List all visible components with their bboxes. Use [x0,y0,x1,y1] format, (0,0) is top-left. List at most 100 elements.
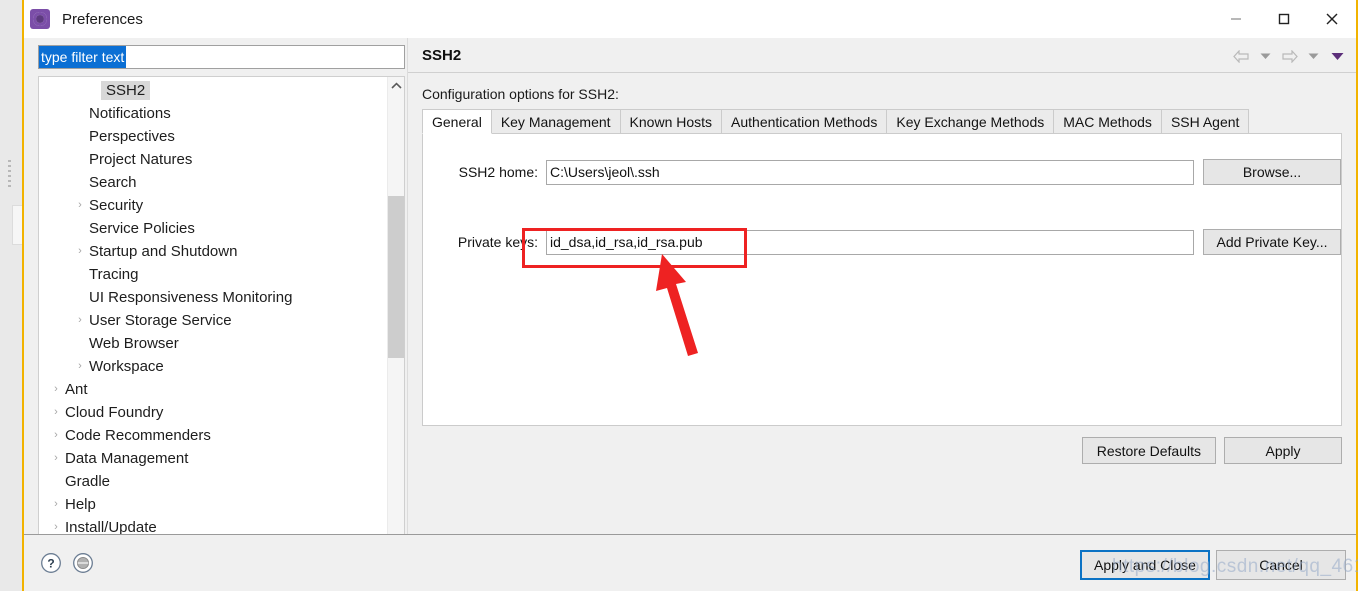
preferences-tree-pane: type filter text SSH2 Notifications Perspe… [24,38,407,568]
tab-key-management[interactable]: Key Management [491,109,621,134]
private-keys-label: Private keys: [457,234,538,250]
chevron-right-icon[interactable]: › [49,453,63,464]
preferences-tree[interactable]: SSH2 Notifications Perspectives Project Nat… [38,76,405,568]
tree-item-tracing[interactable]: Tracing [39,263,387,286]
tree-item-ssh2[interactable]: SSH2 [39,79,387,102]
chevron-right-icon[interactable]: › [73,315,87,326]
page-nav-toolbar [1230,46,1348,66]
back-arrow-icon[interactable] [1230,46,1252,66]
scrollbar-thumb[interactable] [388,196,404,358]
tree-item-cloud-foundry[interactable]: › Cloud Foundry [39,401,387,424]
general-tab-panel: SSH2 home: Browse... Private keys: Add P… [422,133,1342,426]
tree-item-web-browser[interactable]: Web Browser [39,332,387,355]
chevron-right-icon[interactable]: › [49,407,63,418]
tree-item-data-management[interactable]: › Data Management [39,447,387,470]
tree-item-list: SSH2 Notifications Perspectives Project Nat… [39,77,387,539]
tab-general[interactable]: General [422,109,492,134]
ssh2-home-input[interactable] [546,159,1194,185]
tree-item-label: User Storage Service [89,312,232,329]
tab-mac-methods[interactable]: MAC Methods [1054,109,1162,134]
preferences-gear-icon [30,9,50,29]
chevron-right-icon[interactable]: › [49,522,63,533]
tree-item-label: Perspectives [89,128,175,145]
tab-label: SSH Agent [1170,114,1240,130]
tab-authentication-methods[interactable]: Authentication Methods [722,109,888,134]
tab-label: General [432,113,482,130]
ssh2-home-label: SSH2 home: [458,164,538,180]
minimize-icon[interactable] [1212,0,1260,38]
background-subpanel [12,205,22,245]
tree-item-label: Notifications [89,105,171,122]
scroll-up-icon[interactable] [388,77,404,95]
preference-page-pane: SSH2 Configuration options for SSH2: Gen… [407,38,1356,534]
filter-field-wrapper: type filter text [38,45,405,69]
tree-item-user-storage-service[interactable]: › User Storage Service [39,309,387,332]
tree-item-workspace[interactable]: › Workspace [39,355,387,378]
tree-item-service-policies[interactable]: Service Policies [39,217,387,240]
apply-button[interactable]: Apply [1224,437,1342,464]
tab-label: Key Management [500,114,611,130]
tab-label: Authentication Methods [731,114,878,130]
tree-item-startup-and-shutdown[interactable]: › Startup and Shutdown [39,240,387,263]
tab-known-hosts[interactable]: Known Hosts [620,109,723,134]
tree-item-label: Cloud Foundry [65,404,164,421]
footer-icon-group: ? [40,552,94,574]
tree-item-label: Search [89,174,137,191]
view-menu-icon[interactable] [1326,46,1348,66]
ssh2-home-row: SSH2 home: Browse... [423,159,1341,185]
private-keys-input[interactable] [546,229,1194,255]
forward-menu-chevron-down-icon[interactable] [1302,46,1324,66]
tree-item-help[interactable]: › Help [39,493,387,516]
tree-item-ui-responsiveness-monitoring[interactable]: UI Responsiveness Monitoring [39,286,387,309]
search-input[interactable] [38,45,405,69]
chevron-right-icon[interactable]: › [73,361,87,372]
maximize-icon[interactable] [1260,0,1308,38]
apply-and-close-button[interactable]: Apply and Close [1080,550,1210,580]
page-description: Configuration options for SSH2: [422,86,619,102]
tree-item-label: Security [89,197,144,214]
tree-item-search[interactable]: Search [39,171,387,194]
tree-item-perspectives[interactable]: Perspectives [39,125,387,148]
cancel-button[interactable]: Cancel [1216,550,1346,580]
tree-item-label: Tracing [89,266,139,283]
chevron-right-icon[interactable]: › [73,246,87,257]
chevron-right-icon[interactable]: › [49,499,63,510]
tab-ssh-agent[interactable]: SSH Agent [1161,109,1250,134]
tree-item-label: Data Management [65,450,189,467]
drag-dots [8,160,11,190]
tab-label: Known Hosts [629,114,713,130]
chevron-right-icon[interactable]: › [73,200,87,211]
close-icon[interactable] [1308,0,1356,38]
tree-item-label: Gradle [65,473,111,490]
tree-scrollbar[interactable] [387,77,404,568]
forward-arrow-icon[interactable] [1278,46,1300,66]
tree-item-gradle[interactable]: Gradle [39,470,387,493]
page-action-buttons: Restore Defaults Apply [1081,437,1342,464]
tree-item-label: Ant [65,381,88,398]
chevron-right-icon[interactable]: › [49,430,63,441]
title-bar: Preferences [24,0,1356,38]
tree-item-project-natures[interactable]: Project Natures [39,148,387,171]
tree-item-ant[interactable]: › Ant [39,378,387,401]
tab-key-exchange-methods[interactable]: Key Exchange Methods [887,109,1055,134]
tree-item-notifications[interactable]: Notifications [39,102,387,125]
help-icon[interactable]: ? [40,552,62,574]
tree-item-label: UI Responsiveness Monitoring [89,289,293,306]
tree-item-label: Code Recommenders [65,427,211,444]
tab-label: MAC Methods [1063,114,1152,130]
tree-item-security[interactable]: › Security [39,194,387,217]
chevron-right-icon[interactable]: › [49,384,63,395]
tree-item-label: Project Natures [89,151,193,168]
tree-item-label: Service Policies [89,220,195,237]
tree-item-code-recommenders[interactable]: › Code Recommenders [39,424,387,447]
browse-button[interactable]: Browse... [1203,159,1341,185]
pin-icon[interactable] [72,552,94,574]
tab-bar: General Key Management Known Hosts Authenti… [422,109,1250,134]
tree-item-label: Startup and Shutdown [89,243,238,260]
dialog-footer: ? Apply and Close Cancel [24,534,1356,591]
svg-text:?: ? [47,557,54,571]
restore-defaults-button[interactable]: Restore Defaults [1081,437,1216,464]
window-title: Preferences [62,10,143,28]
add-private-key-button[interactable]: Add Private Key... [1203,229,1341,255]
back-menu-chevron-down-icon[interactable] [1254,46,1276,66]
